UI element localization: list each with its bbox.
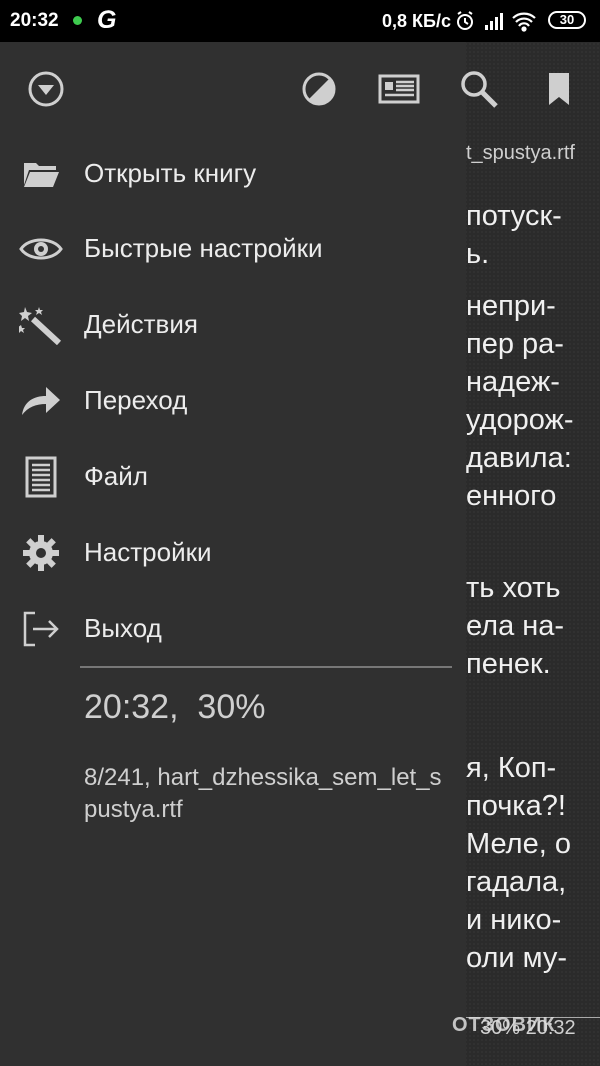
reader-line: енного — [466, 480, 557, 512]
reader-line: непри- — [466, 290, 556, 322]
reader-line: почка?! — [466, 790, 566, 822]
reader-line: надеж- — [466, 366, 560, 398]
menu-item-label: Быстрые настройки — [84, 233, 323, 263]
top-toolbar — [0, 42, 600, 136]
reader-line: пенек. — [466, 648, 551, 680]
bookmark-button[interactable] — [537, 67, 581, 111]
search-icon — [461, 71, 498, 108]
search-button[interactable] — [457, 67, 501, 111]
reader-line: Меле, о — [466, 828, 571, 860]
signal-icon — [485, 13, 503, 30]
watermark-logo: ОТЗОВИК — [452, 1014, 556, 1036]
network-speed: 0,8 КБ/с — [382, 11, 451, 31]
folder-icon — [18, 152, 64, 196]
menu-item-open-book[interactable]: Открыть книгу — [0, 138, 466, 210]
reader-line: гадала, — [466, 866, 567, 898]
gear-icon — [18, 531, 64, 575]
exit-icon — [18, 607, 64, 651]
reader-line: пер ра- — [466, 328, 564, 360]
app-notification-icon: G — [97, 6, 117, 34]
menu-item-label: Настройки — [84, 537, 212, 567]
menu-item-label: Выход — [84, 613, 162, 643]
contents-icon — [378, 74, 420, 104]
day-night-icon — [302, 72, 336, 106]
reader-line: оли му- — [466, 942, 568, 974]
reader-line: и нико- — [466, 904, 562, 936]
menu-item-actions[interactable]: Действия — [0, 289, 466, 361]
reader-line: давила: — [466, 442, 572, 474]
day-night-button[interactable] — [297, 67, 341, 111]
menu-item-label: Действия — [84, 309, 198, 339]
menu-item-label: Файл — [84, 461, 148, 491]
magic-wand-icon — [18, 303, 64, 347]
dropdown-button[interactable] — [24, 67, 68, 111]
clock-battery-status: 20:32, 30% — [84, 688, 266, 726]
reader-filename: t_spustya.rtf — [466, 142, 575, 164]
contents-button[interactable] — [377, 67, 421, 111]
reader-line: ь. — [466, 238, 490, 270]
alarm-icon — [457, 11, 473, 30]
file-icon — [18, 455, 64, 499]
bookmark-icon — [549, 73, 569, 105]
dropdown-icon — [28, 71, 64, 107]
menu-item-label: Открыть книгу — [84, 158, 257, 188]
menu-item-label: Переход — [84, 385, 188, 415]
battery-icon: 30 — [548, 11, 586, 29]
reader-line: удорож- — [466, 404, 574, 436]
book-position-info: 8/241, hart_dzhessika_sem_let_spustya.rt… — [84, 764, 442, 823]
status-bar: 20:32 G 0,8 КБ/с 30 — [0, 0, 600, 42]
arrow-forward-icon — [18, 379, 64, 423]
notification-dot-icon — [73, 16, 82, 25]
reader-line: я, Коп- — [466, 752, 557, 784]
navigation-drawer: Открыть книгу Быстрые настройки Действия… — [0, 42, 466, 1066]
status-icons — [457, 11, 536, 32]
menu-item-exit[interactable]: Выход — [0, 593, 466, 665]
menu-item-quick-settings[interactable]: Быстрые настройки — [0, 213, 466, 285]
menu-item-settings[interactable]: Настройки — [0, 517, 466, 589]
menu-divider — [80, 666, 452, 668]
eye-icon — [18, 227, 64, 271]
reader-line: ела на- — [466, 610, 565, 642]
reader-line: потуск- — [466, 200, 562, 232]
reader-line: ть хоть — [466, 572, 561, 604]
menu-item-file[interactable]: Файл — [0, 441, 466, 513]
menu-item-go-to[interactable]: Переход — [0, 365, 466, 437]
wifi-icon — [512, 12, 536, 32]
status-time: 20:32 — [10, 10, 59, 31]
